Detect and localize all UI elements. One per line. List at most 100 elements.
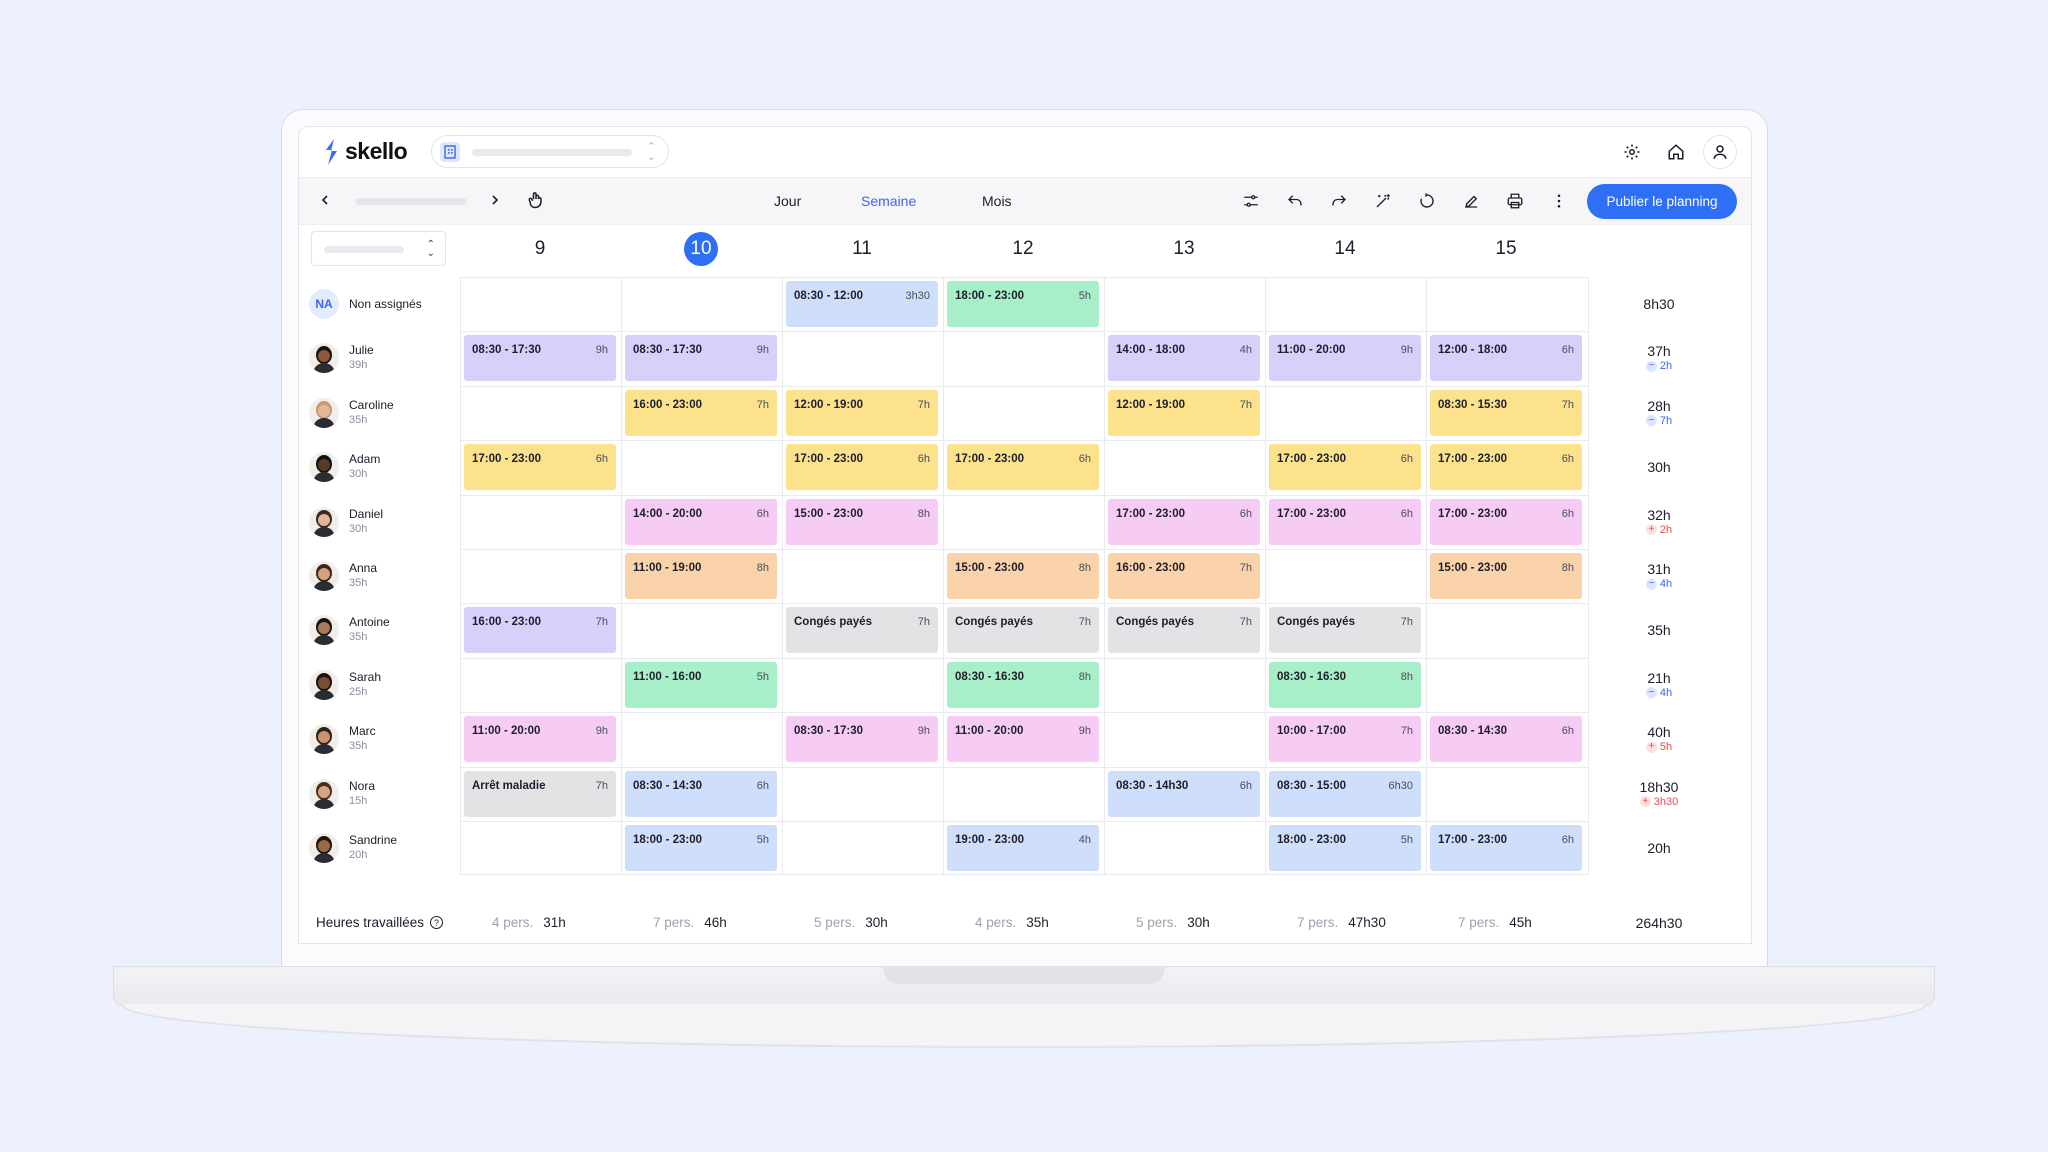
view-day-tab[interactable]: Jour (774, 191, 801, 211)
home-icon[interactable] (1659, 135, 1693, 169)
shift-card[interactable]: 17:00 - 23:00 6h (1269, 444, 1421, 491)
shift-card[interactable]: 16:00 - 23:00 7h (464, 607, 616, 654)
hand-pointer-icon[interactable] (526, 190, 546, 215)
app-screen: skello ⌃ ⌄ Jour Semaine Mois Publier le … (298, 126, 1752, 944)
shift-duration: 7h (1400, 725, 1413, 738)
magic-wand-icon[interactable] (1371, 189, 1395, 213)
redo-icon[interactable] (1327, 189, 1351, 213)
day-header-9[interactable]: 9 (460, 231, 620, 266)
help-icon[interactable]: ? (430, 916, 444, 929)
shift-card[interactable]: 18:00 - 23:00 5h (625, 825, 777, 871)
employee-row-julie[interactable]: Julie 39h (309, 331, 454, 385)
print-icon[interactable] (1503, 189, 1527, 213)
shift-card[interactable]: 17:00 - 23:00 6h (1430, 498, 1582, 545)
shift-time: 11:00 - 19:00 (633, 562, 702, 574)
history-icon[interactable] (1415, 189, 1439, 213)
shift-card[interactable]: 17:00 - 23:00 6h (1430, 444, 1582, 491)
shift-card[interactable]: 18:00 - 23:00 5h (1269, 825, 1421, 871)
shift-card[interactable]: Congés payés 7h (947, 607, 1099, 654)
shift-card[interactable]: 14:00 - 20:00 6h (625, 498, 777, 545)
day-header-13[interactable]: 13 (1104, 231, 1264, 266)
shift-card[interactable]: 12:00 - 18:00 6h (1430, 335, 1582, 382)
shift-card[interactable]: 08:30 - 15:30 7h (1430, 389, 1582, 436)
shift-time: 17:00 - 23:00 (1438, 507, 1508, 520)
plus-icon: + (1645, 524, 1657, 536)
chevron-left-icon[interactable] (315, 190, 335, 210)
shift-card[interactable]: 08:30 - 14:30 6h (1430, 716, 1582, 763)
shift-card[interactable]: Arrêt maladie 7h (464, 770, 616, 817)
shift-card[interactable]: 08:30 - 15:00 6h30 (1269, 770, 1421, 817)
edit-icon[interactable] (1459, 189, 1483, 213)
shift-card[interactable]: 08:30 - 16:30 8h (947, 661, 1099, 708)
shift-duration: 9h (1078, 725, 1091, 738)
employee-row-anna[interactable]: Anna 35h (309, 549, 454, 603)
shift-card[interactable]: 11:00 - 19:00 8h (625, 553, 777, 599)
shift-card[interactable]: 11:00 - 20:00 9h (464, 716, 616, 763)
day-header-12[interactable]: 12 (943, 231, 1103, 266)
shift-card[interactable]: 16:00 - 23:00 7h (1108, 553, 1260, 599)
day-header-15[interactable]: 15 (1426, 231, 1586, 266)
shift-card[interactable]: 15:00 - 23:00 8h (786, 498, 938, 545)
shift-card[interactable]: 08:30 - 17:30 9h (786, 716, 938, 763)
shift-card[interactable]: 08:30 - 14h30 6h (1108, 770, 1260, 817)
employee-filter-select[interactable]: ⌃ ⌄ (311, 231, 446, 266)
shift-card[interactable]: 11:00 - 16:00 5h (625, 661, 777, 708)
shift-card[interactable]: 16:00 - 23:00 7h (625, 389, 777, 436)
shift-card[interactable]: 17:00 - 23:00 6h (464, 444, 616, 491)
shift-card[interactable]: 15:00 - 23:00 8h (947, 553, 1099, 599)
sliders-icon[interactable] (1239, 189, 1263, 213)
shift-card[interactable]: 11:00 - 20:00 9h (1269, 335, 1421, 382)
more-vertical-icon[interactable] (1547, 189, 1571, 213)
shift-duration: 4h (1078, 834, 1091, 846)
shift-card[interactable]: 17:00 - 23:00 6h (947, 444, 1099, 491)
grid-row-divider (461, 331, 1588, 333)
shift-card[interactable]: Congés payés 7h (1269, 607, 1421, 654)
day-header-11[interactable]: 11 (782, 231, 942, 266)
shift-card[interactable]: Congés payés 7h (1108, 607, 1260, 654)
shift-card[interactable]: 12:00 - 19:00 7h (1108, 389, 1260, 436)
shift-time: 17:00 - 23:00 (1277, 453, 1347, 466)
day-header-14[interactable]: 14 (1265, 231, 1425, 266)
shift-card[interactable]: 19:00 - 23:00 4h (947, 825, 1099, 871)
shift-card[interactable]: 17:00 - 23:00 6h (786, 444, 938, 491)
shift-card[interactable]: 08:30 - 16:30 8h (1269, 661, 1421, 708)
employee-row-nora[interactable]: Nora 15h (309, 767, 454, 821)
shift-card[interactable]: 08:30 - 17:30 9h (625, 335, 777, 382)
shift-card[interactable]: 08:30 - 17:30 9h (464, 335, 616, 382)
total-hours: 40h (1647, 724, 1671, 741)
shift-card[interactable]: 17:00 - 23:00 6h (1108, 498, 1260, 545)
employee-row-daniel[interactable]: Daniel 30h (309, 495, 454, 549)
shift-card[interactable]: 17:00 - 23:00 6h (1269, 498, 1421, 545)
grand-total: 264h30 (1635, 915, 1683, 931)
employee-row-sandrine[interactable]: Sandrine 20h (309, 821, 454, 875)
day-header-10[interactable]: 10 (621, 231, 781, 266)
hours-count: 35h (1026, 915, 1049, 930)
shift-card[interactable]: 11:00 - 20:00 9h (947, 716, 1099, 763)
shift-card[interactable]: 17:00 - 23:00 6h (1430, 825, 1582, 871)
employee-name: Caroline (349, 397, 394, 412)
shift-card[interactable]: 12:00 - 19:00 7h (786, 389, 938, 436)
employee-row-antoine[interactable]: Antoine 35h (309, 603, 454, 657)
employee-row-caroline[interactable]: Caroline 35h (309, 386, 454, 440)
chevron-right-icon[interactable] (485, 190, 505, 210)
user-icon[interactable] (1703, 135, 1737, 169)
view-week-tab[interactable]: Semaine (861, 191, 916, 211)
employee-row-adam[interactable]: Adam 30h (309, 440, 454, 494)
employee-row-sarah[interactable]: Sarah 25h (309, 658, 454, 712)
shop-selector[interactable]: ⌃ ⌄ (431, 135, 669, 168)
shift-card[interactable]: 18:00 - 23:00 5h (947, 281, 1099, 327)
publish-planning-button[interactable]: Publier le planning (1587, 184, 1737, 219)
view-month-tab[interactable]: Mois (982, 191, 1012, 211)
shift-card[interactable]: 10:00 - 17:00 7h (1269, 716, 1421, 763)
shift-card[interactable]: 15:00 - 23:00 8h (1430, 553, 1582, 599)
undo-icon[interactable] (1283, 189, 1307, 213)
shift-card[interactable]: 08:30 - 12:00 3h30 (786, 281, 938, 327)
employee-row-marc[interactable]: Marc 35h (309, 712, 454, 766)
employee-row-unassigned[interactable]: NA Non assignés (309, 277, 454, 331)
shift-card[interactable]: Congés payés 7h (786, 607, 938, 654)
shift-card[interactable]: 14:00 - 18:00 4h (1108, 335, 1260, 382)
shift-card[interactable]: 08:30 - 14:30 6h (625, 770, 777, 817)
gear-icon[interactable] (1615, 135, 1649, 169)
shift-duration: 6h (1239, 507, 1252, 520)
app-logo[interactable]: skello (323, 138, 408, 165)
